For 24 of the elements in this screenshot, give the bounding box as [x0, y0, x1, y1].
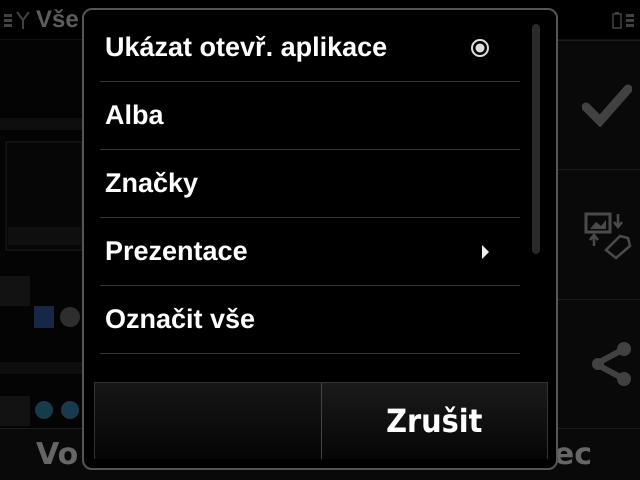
cancel-button[interactable]: Zrušit [320, 383, 547, 459]
menu-item[interactable]: Označit vše [100, 286, 520, 354]
menu-item-label: Označit vše [105, 304, 256, 335]
signal-icon [16, 10, 30, 29]
menu-icon [626, 12, 634, 27]
submenu-arrow-icon [481, 244, 490, 260]
menu-item-label: Alba [105, 100, 164, 131]
menu-item[interactable]: Prezentace [100, 218, 520, 286]
scrollbar-thumb[interactable] [532, 24, 540, 254]
check-icon [582, 83, 632, 128]
tag-button[interactable] [556, 169, 640, 299]
menu-item-label: Značky [105, 168, 198, 199]
menu-icon [4, 12, 12, 27]
battery-icon [612, 10, 622, 29]
menu-item[interactable]: Značky [100, 150, 520, 218]
image-tag-icon [584, 210, 632, 260]
share-button[interactable] [556, 298, 640, 428]
screen-title: Vše [36, 6, 79, 34]
menu-item-label: Prezentace [105, 236, 248, 267]
menu-item[interactable]: Alba [100, 82, 520, 150]
accept-button[interactable] [556, 40, 640, 170]
menu-item-label: Ukázat otevř. aplikace [105, 32, 388, 63]
share-icon [592, 340, 632, 387]
menu-item[interactable]: Ukázat otevř. aplikace [100, 14, 520, 82]
